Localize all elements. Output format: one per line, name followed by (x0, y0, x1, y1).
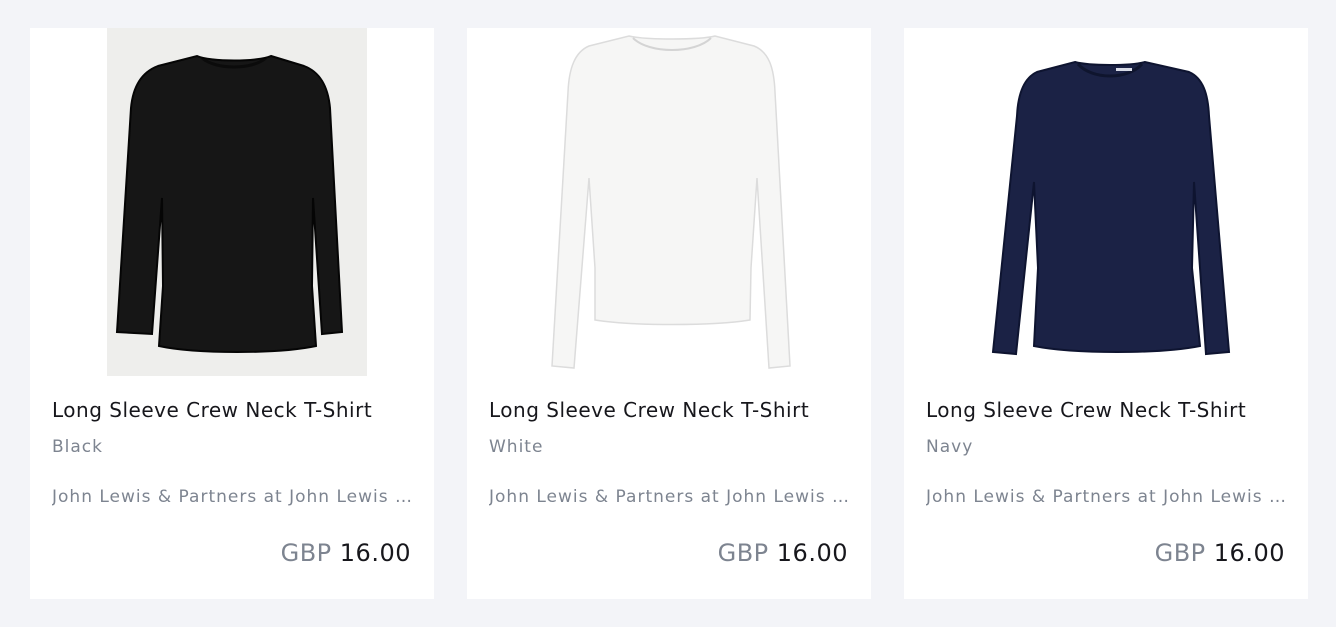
product-card[interactable]: Long Sleeve Crew Neck T-Shirt White John… (467, 28, 871, 599)
product-title[interactable]: Long Sleeve Crew Neck T-Shirt (489, 398, 809, 422)
price-currency: GBP (717, 539, 769, 567)
product-seller: John Lewis & Partners at John Lewis & Pa… (52, 487, 412, 507)
price-currency: GBP (280, 539, 332, 567)
product-card[interactable]: Long Sleeve Crew Neck T-Shirt Navy John … (904, 28, 1308, 599)
product-image[interactable] (904, 28, 1308, 378)
product-seller: John Lewis & Partners at John Lewis & Pa… (926, 487, 1286, 507)
product-grid: Long Sleeve Crew Neck T-Shirt Black John… (30, 28, 1308, 599)
product-price: GBP 16.00 (1155, 539, 1285, 567)
tshirt-icon (115, 54, 344, 353)
price-amount: 16.00 (1213, 539, 1285, 567)
product-image[interactable] (30, 28, 434, 378)
product-title[interactable]: Long Sleeve Crew Neck T-Shirt (926, 398, 1246, 422)
product-price: GBP 16.00 (718, 539, 848, 567)
product-colour: Navy (926, 437, 974, 457)
price-currency: GBP (1154, 539, 1206, 567)
product-colour: Black (52, 437, 103, 457)
product-colour: White (489, 437, 544, 457)
price-amount: 16.00 (776, 539, 848, 567)
product-card[interactable]: Long Sleeve Crew Neck T-Shirt Black John… (30, 28, 434, 599)
price-amount: 16.00 (339, 539, 411, 567)
product-title[interactable]: Long Sleeve Crew Neck T-Shirt (52, 398, 372, 422)
product-image[interactable] (467, 28, 871, 378)
product-seller: John Lewis & Partners at John Lewis & Pa… (489, 487, 849, 507)
product-price: GBP 16.00 (281, 539, 411, 567)
